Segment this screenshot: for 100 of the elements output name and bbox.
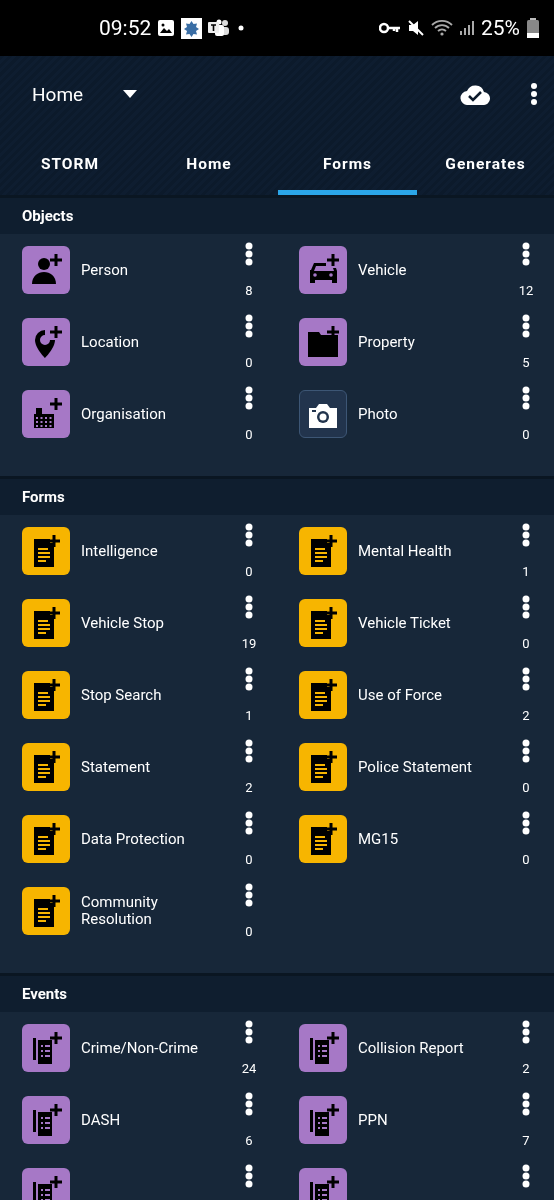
section-header: Events xyxy=(0,973,554,1012)
image-icon xyxy=(157,19,176,37)
more-icon[interactable] xyxy=(522,523,530,547)
item-label[interactable]: Data Protection xyxy=(81,830,226,848)
item-label[interactable]: Vehicle Ticket xyxy=(358,614,503,632)
tile-icon[interactable] xyxy=(22,318,70,366)
more-icon[interactable] xyxy=(522,1092,530,1116)
battery-icon xyxy=(526,18,540,38)
dropdown-caret-icon xyxy=(123,90,138,98)
tile-icon[interactable] xyxy=(22,246,70,294)
tile-icon[interactable] xyxy=(22,390,70,438)
signal-icon xyxy=(459,20,475,36)
item-label[interactable]: Statement xyxy=(81,758,226,776)
home-dropdown[interactable]: Home xyxy=(32,82,138,106)
more-icon[interactable] xyxy=(522,242,530,266)
more-icon[interactable] xyxy=(245,811,253,835)
more-icon[interactable] xyxy=(245,1092,253,1116)
cloud-check-icon[interactable] xyxy=(460,83,490,105)
tile-icon[interactable] xyxy=(299,1024,347,1072)
item-count: 5 xyxy=(522,355,530,370)
item-label[interactable]: MG15 xyxy=(358,830,503,848)
section-header: Forms xyxy=(0,476,554,515)
more-icon[interactable] xyxy=(245,386,253,410)
item-count: 0 xyxy=(245,427,253,442)
tile-icon[interactable] xyxy=(299,815,347,863)
more-icon[interactable] xyxy=(522,1164,530,1188)
tile-icon[interactable] xyxy=(22,527,70,575)
item-count: 0 xyxy=(245,924,253,939)
tile-icon[interactable] xyxy=(299,527,347,575)
teams-icon xyxy=(208,19,231,37)
item-count: 0 xyxy=(245,355,253,370)
more-icon[interactable] xyxy=(245,667,253,691)
item-count: 0 xyxy=(522,636,530,651)
tile-icon[interactable] xyxy=(299,743,347,791)
item-label[interactable]: Police Statement xyxy=(358,758,503,776)
tile-icon[interactable] xyxy=(22,887,70,935)
tile-icon[interactable] xyxy=(22,599,70,647)
item-count: 2 xyxy=(522,708,530,723)
more-icon[interactable] xyxy=(530,82,538,106)
item-label[interactable]: Crime/Non-Crime xyxy=(81,1039,226,1057)
item-count: 7 xyxy=(522,1133,530,1148)
item-label[interactable]: Person xyxy=(81,261,226,279)
tile-icon[interactable] xyxy=(299,390,347,438)
more-icon[interactable] xyxy=(522,739,530,763)
item-count: 24 xyxy=(241,1061,257,1076)
item-label[interactable]: PPN xyxy=(358,1111,503,1129)
tile-icon[interactable] xyxy=(299,318,347,366)
more-icon[interactable] xyxy=(522,667,530,691)
item-label[interactable]: Intelligence xyxy=(81,542,226,560)
more-icon[interactable] xyxy=(522,386,530,410)
tab[interactable]: Generates xyxy=(417,132,554,195)
tab[interactable]: STORM xyxy=(0,132,140,195)
more-icon[interactable] xyxy=(245,523,253,547)
more-icon[interactable] xyxy=(245,595,253,619)
more-icon[interactable] xyxy=(245,1020,253,1044)
item-label[interactable]: Property xyxy=(358,333,503,351)
muted-icon xyxy=(407,19,425,37)
tile-icon[interactable] xyxy=(299,1096,347,1144)
more-icon[interactable] xyxy=(245,314,253,338)
tile-icon[interactable] xyxy=(22,671,70,719)
item-label[interactable]: Community Resolution xyxy=(81,894,226,928)
item-label[interactable]: Vehicle Stop xyxy=(81,614,226,632)
tile-icon[interactable] xyxy=(299,246,347,294)
item-count: 12 xyxy=(518,283,534,298)
tile-icon[interactable] xyxy=(299,599,347,647)
tile-icon[interactable] xyxy=(22,743,70,791)
more-icon[interactable] xyxy=(522,595,530,619)
tile-icon[interactable] xyxy=(22,1096,70,1144)
item-label[interactable]: Stop Search xyxy=(81,686,226,704)
wifi-icon xyxy=(431,19,453,37)
status-time: 09:52 xyxy=(99,16,152,40)
more-icon[interactable] xyxy=(245,1164,253,1188)
section-header: Objects xyxy=(0,195,554,234)
more-icon[interactable] xyxy=(245,883,253,907)
item-count: 6 xyxy=(245,1133,253,1148)
more-icon[interactable] xyxy=(245,242,253,266)
item-count: 0 xyxy=(245,852,253,867)
item-count: 2 xyxy=(245,780,253,795)
more-icon[interactable] xyxy=(522,811,530,835)
tile-icon[interactable] xyxy=(22,1024,70,1072)
item-label[interactable]: Collision Report xyxy=(358,1039,503,1057)
item-label[interactable]: DASH xyxy=(81,1111,226,1129)
item-count: 0 xyxy=(522,780,530,795)
item-label[interactable]: Location xyxy=(81,333,226,351)
item-count: 0 xyxy=(522,427,530,442)
tab[interactable]: Home xyxy=(140,132,278,195)
item-label[interactable]: Use of Force xyxy=(358,686,503,704)
tile-icon[interactable] xyxy=(22,815,70,863)
tab[interactable]: Forms xyxy=(278,132,417,195)
item-label[interactable]: Organisation xyxy=(81,405,226,423)
tile-icon[interactable] xyxy=(299,671,347,719)
item-label[interactable]: Photo xyxy=(358,405,503,423)
more-icon[interactable] xyxy=(245,739,253,763)
item-label[interactable]: Vehicle xyxy=(358,261,503,279)
battery-percent: 25% xyxy=(481,16,520,40)
item-label[interactable]: Mental Health xyxy=(358,542,503,560)
item-count: 1 xyxy=(522,564,530,579)
more-icon[interactable] xyxy=(522,1020,530,1044)
more-icon[interactable] xyxy=(522,314,530,338)
key-icon xyxy=(379,22,401,34)
